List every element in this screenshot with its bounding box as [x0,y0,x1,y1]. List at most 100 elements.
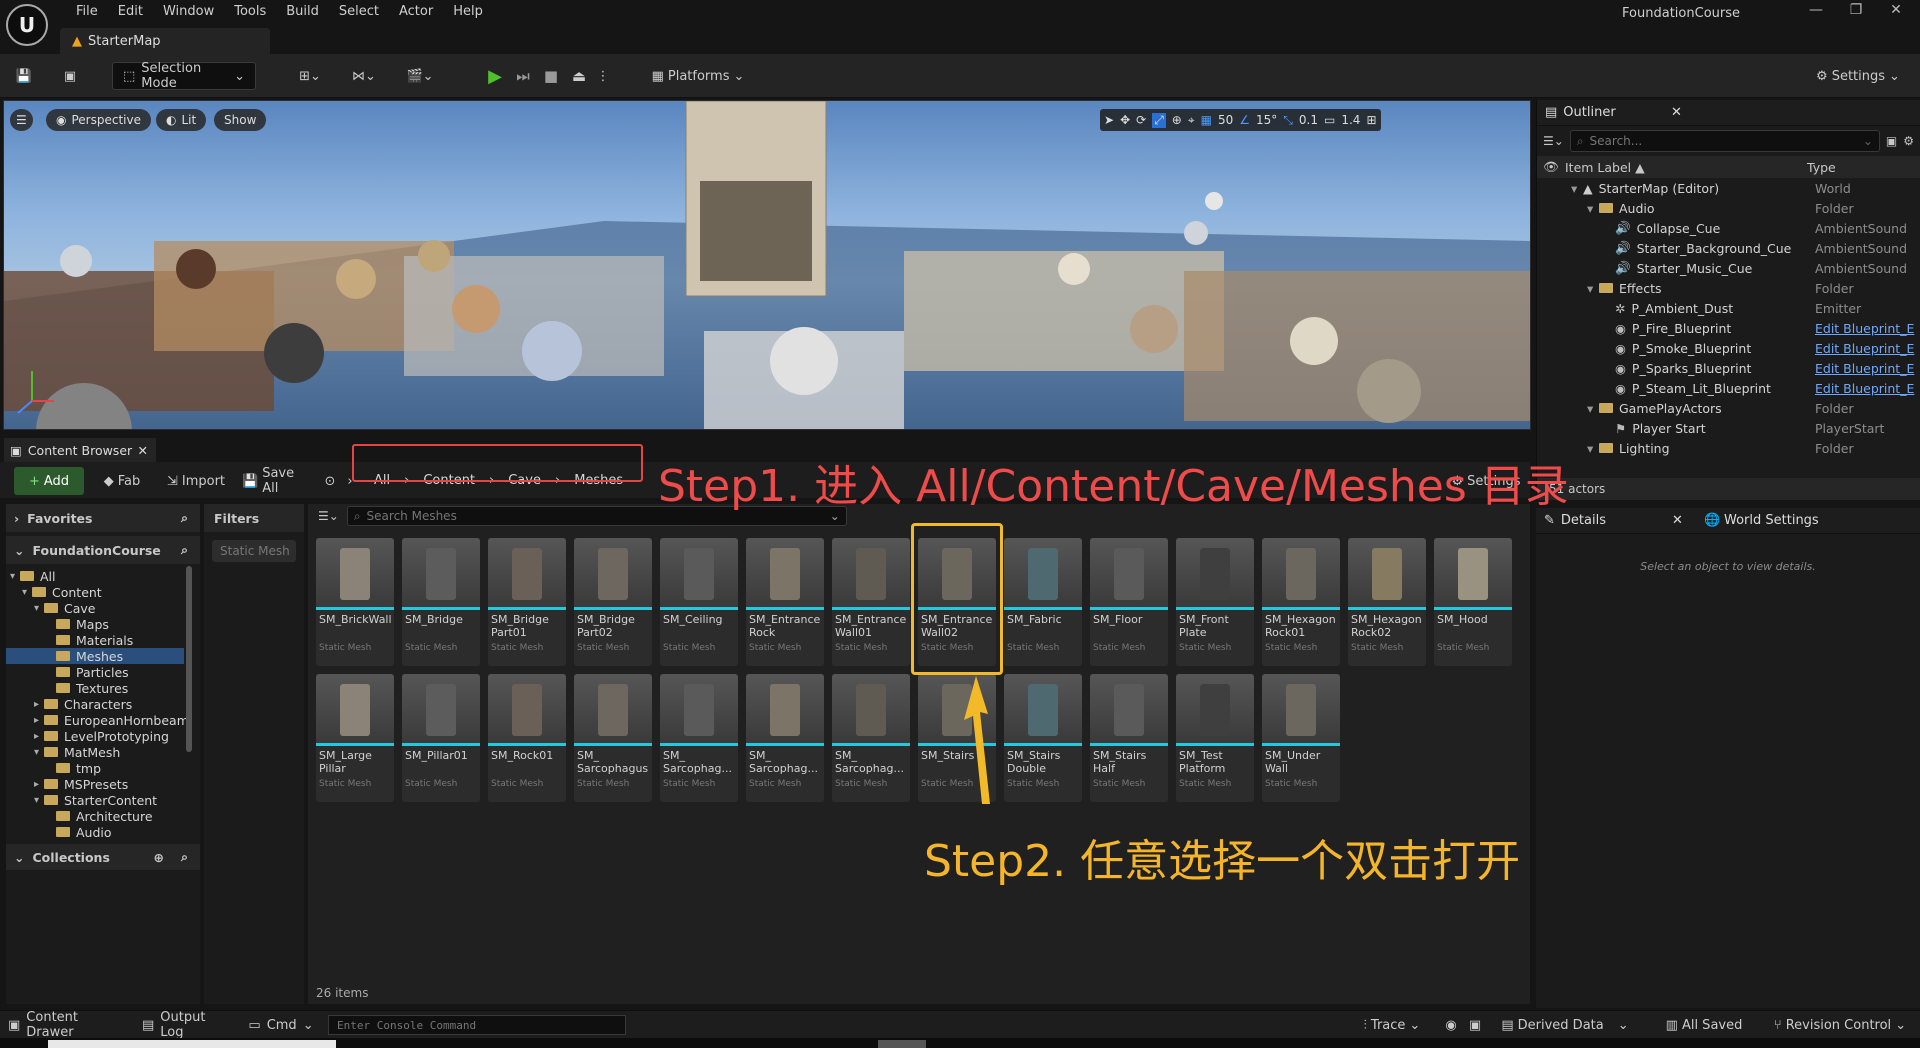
asset-tile[interactable]: SM_ Sarcophag... Static Mesh [746,674,824,802]
outliner-row[interactable]: 🔊 Collapse_Cue AmbientSound [1537,218,1920,238]
selection-mode-dropdown[interactable]: ⬚ Selection Mode ⌄ [112,61,256,91]
asset-tile[interactable]: SM_Under Wall Static Mesh [1262,674,1340,802]
favorites-header[interactable]: › Favorites ⌕ [6,504,200,532]
asset-tile[interactable]: SM_Bridge Part02 Static Mesh [574,538,652,666]
level-tab[interactable]: ▲ StarterMap [60,28,270,54]
outliner-row-type[interactable]: Edit Blueprint_E [1815,341,1914,356]
expand-icon[interactable]: ▾ [22,587,32,598]
folder-tree-item[interactable]: ▸ Characters [6,696,200,712]
outliner-row[interactable]: ◉ P_Steam_Lit_Blueprint Edit Blueprint_E [1537,378,1920,398]
expand-icon[interactable]: ▸ [34,779,44,790]
outliner-row[interactable]: 🔊 Starter_Music_Cue AmbientSound [1537,258,1920,278]
eject-icon[interactable]: ⏏ [568,62,590,90]
folder-tree-item[interactable]: ▾ Content [6,584,200,600]
browse-icon[interactable]: ▣ [58,62,82,90]
menu-edit[interactable]: Edit [108,0,153,24]
level-viewport[interactable]: ☰ ◉ Perspective ◐ Lit Show ➤ ✥ ⟳ ⤢ ⊕ ⌖ ▦… [3,100,1531,430]
outliner-row[interactable]: ▾ GamePlayActors Folder [1537,398,1920,418]
close-icon[interactable]: ✕ [138,443,148,458]
asset-tile[interactable]: SM_Entrance Rock Static Mesh [746,538,824,666]
add-button[interactable]: + Add [14,467,84,495]
all-saved-button[interactable]: ▥ All Saved [1664,1011,1744,1039]
derived-data-dropdown[interactable]: ▤ Derived Data ⌄ [1500,1011,1630,1039]
play-icon[interactable]: ▶ [484,62,506,90]
outliner-row[interactable]: ◉ P_Fire_Blueprint Edit Blueprint_E [1537,318,1920,338]
asset-tile[interactable]: SM_Bridge Part01 Static Mesh [488,538,566,666]
filter-icon[interactable]: ☰⌄ [1543,134,1564,148]
world-local-icon[interactable]: ⊕ [1172,113,1182,127]
folder-tree-item[interactable]: Meshes [6,648,184,664]
search-icon[interactable]: ⌕ [181,510,188,526]
asset-tile[interactable]: SM_Large Pillar Static Mesh [316,674,394,802]
asset-tile[interactable]: SM_ Sarcophag... Static Mesh [832,674,910,802]
lit-button[interactable]: ◐ Lit [156,109,207,131]
folder-tree-item[interactable]: ▾ Cave [6,600,200,616]
tab-details[interactable]: Details [1561,513,1606,528]
project-header[interactable]: ⌄ FoundationCourse ⌕ [6,536,200,564]
folder-tree-item[interactable]: ▾ All [6,568,200,584]
folder-tree-item[interactable]: Textures [6,680,200,696]
revision-control-dropdown[interactable]: ⑂ Revision Control ⌄ [1766,1011,1914,1039]
select-tool-icon[interactable]: ➤ [1104,113,1114,127]
outliner-row[interactable]: ▾ Audio Folder [1537,198,1920,218]
outliner-row[interactable]: ▾ Effects Folder [1537,278,1920,298]
camera-speed-icon[interactable]: ▭ [1324,113,1335,127]
folder-tree-item[interactable]: Maps [6,616,200,632]
expand-icon[interactable]: ▾ [34,603,44,614]
outliner-row[interactable]: ◉ P_Smoke_Blueprint Edit Blueprint_E [1537,338,1920,358]
show-button[interactable]: Show [214,109,267,131]
asset-tile[interactable]: SM_Stairs Double Static Mesh [1004,674,1082,802]
perspective-button[interactable]: ◉ Perspective [46,109,151,131]
outliner-row[interactable]: ✲ P_Ambient_Dust Emitter [1537,298,1920,318]
outliner-row-type[interactable]: Edit Blueprint_E [1815,381,1914,396]
expand-icon[interactable]: ▾ [10,571,20,582]
folder-tree-item[interactable]: Audio [6,824,200,840]
content-drawer-button[interactable]: ▣ Content Drawer [8,1010,128,1040]
menu-help[interactable]: Help [443,0,493,24]
expand-icon[interactable]: ▸ [34,699,44,710]
menu-select[interactable]: Select [329,0,389,24]
expand-icon[interactable]: ▾ [1587,401,1599,416]
asset-tile[interactable]: SM_Floor Static Mesh [1090,538,1168,666]
rotate-tool-icon[interactable]: ⟳ [1136,113,1146,127]
menu-actor[interactable]: Actor [389,0,443,24]
folder-tree-item[interactable]: tmp [6,760,200,776]
asset-tile[interactable]: SM_Fabric Static Mesh [1004,538,1082,666]
collections-header[interactable]: ⌄ Collections ⊕ ⌕ [6,844,200,870]
layout-icon[interactable]: ⊞ [1366,113,1376,127]
outliner-search-input[interactable] [1589,134,1810,148]
expand-icon[interactable]: ▸ [34,715,44,726]
minimize-icon[interactable]: — [1796,2,1836,22]
cmd-dropdown[interactable]: ▭ Cmd ⌄ [246,1011,316,1039]
save-icon[interactable]: 💾 [12,62,36,90]
cinematics-icon[interactable]: 🎬⌄ [402,62,438,90]
outliner-row[interactable]: ◉ P_Sparks_Blueprint Edit Blueprint_E [1537,358,1920,378]
expand-icon[interactable]: ▾ [1587,441,1599,456]
angle-value[interactable]: 15° [1256,113,1277,127]
close-icon[interactable]: ✕ [1876,2,1916,22]
blueprint-icon[interactable]: ⋈⌄ [346,62,382,90]
settings-dropdown[interactable]: ⚙ Settings ⌄ [1806,62,1910,90]
add-folder-icon[interactable]: ▣ [1886,134,1897,148]
content-browser-tab[interactable]: ▣ Content Browser ✕ [4,438,156,462]
viewport-menu-button[interactable]: ☰ [10,109,33,131]
surface-snap-icon[interactable]: ⌖ [1188,113,1195,128]
asset-tile[interactable]: SM_ Sarcophagus Static Mesh [574,674,652,802]
move-tool-icon[interactable]: ✥ [1120,113,1130,127]
asset-tile[interactable]: SM_Front Plate Static Mesh [1176,538,1254,666]
history-back-icon[interactable]: ⊙ [322,467,338,495]
expand-icon[interactable]: ▸ [34,731,44,742]
fab-button[interactable]: ◆ Fab [94,467,150,495]
add-collection-icon[interactable]: ⊕ [154,850,164,865]
outliner-search[interactable]: ⌕ ⌄ [1569,130,1880,152]
asset-tile[interactable]: SM_Test Platform Static Mesh [1176,674,1254,802]
folder-tree-item[interactable]: ▸ LevelPrototyping [6,728,200,744]
output-log-button[interactable]: ▤ Output Log [142,1010,228,1040]
restore-icon[interactable]: ❐ [1836,2,1876,22]
gear-icon[interactable]: ⚙ [1903,134,1914,148]
expand-icon[interactable]: ▾ [1587,281,1599,296]
expand-icon[interactable]: ▾ [1587,201,1599,216]
tab-world-settings[interactable]: World Settings [1724,513,1819,528]
scale-snap-icon[interactable]: ⤡ [1283,113,1293,128]
asset-tile[interactable]: SM_Ceiling Static Mesh [660,538,738,666]
